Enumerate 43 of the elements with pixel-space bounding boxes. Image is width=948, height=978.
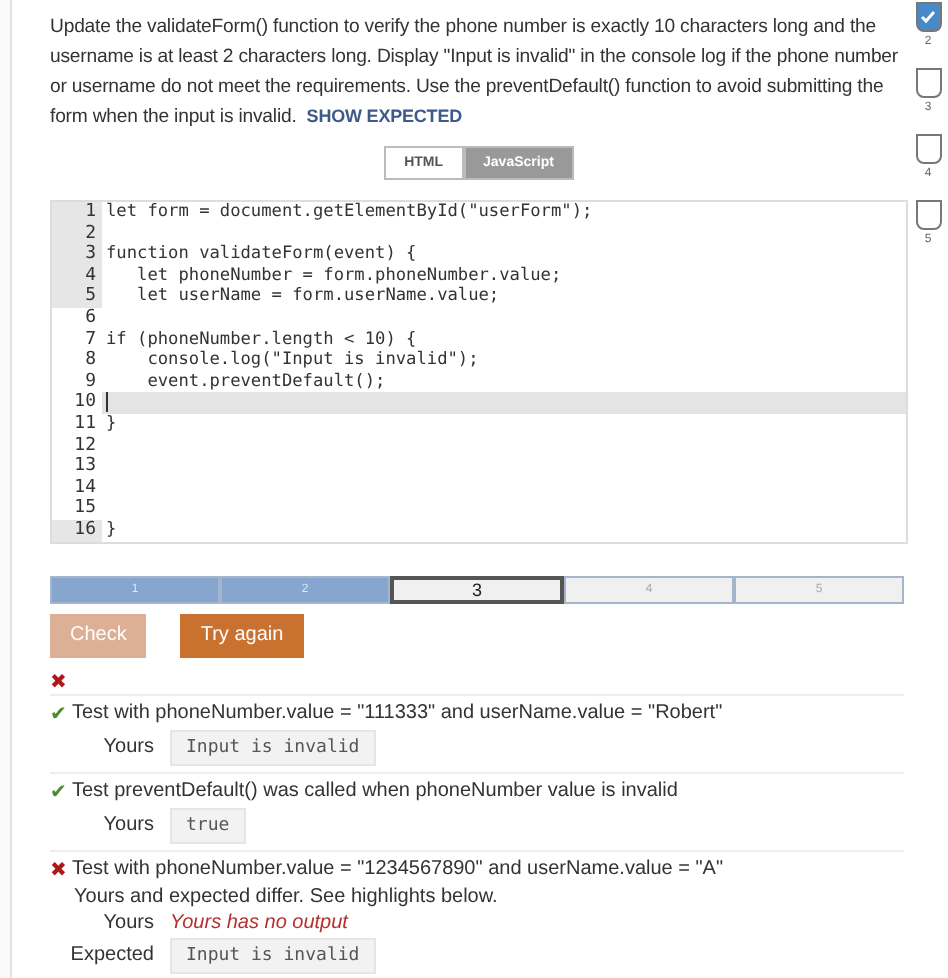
line-number: 4 <box>52 265 102 287</box>
line-number: 1 <box>52 202 102 224</box>
output-label: Expected <box>68 944 154 966</box>
output-value: Input is invalid <box>170 937 376 973</box>
output-label: Yours <box>101 911 154 933</box>
action-button[interactable]: Try again <box>180 613 304 657</box>
check-icon <box>920 10 936 24</box>
cross-icon: ✖ <box>50 857 66 881</box>
line-number: 5 <box>52 286 102 308</box>
test-title: Test preventDefault() was called when phoneNumber value is invalid <box>72 780 678 802</box>
output-label: Yours <box>101 736 154 758</box>
code-line: if (phoneNumber.length < 10) { <box>104 329 417 350</box>
progress-checkbox[interactable] <box>915 68 941 98</box>
progress-checkbox[interactable] <box>915 2 941 32</box>
line-number: 16 <box>52 519 102 541</box>
code-line: console.log("Input is invalid"); <box>145 350 479 372</box>
progress-step[interactable]: 3 <box>390 575 564 603</box>
code-line: function validateForm(event) { <box>104 244 417 266</box>
code-line: } <box>104 519 117 541</box>
show-expected-link[interactable]: SHOW EXPECTED <box>306 106 463 126</box>
test-title: Test with phoneNumber.value = "1234567890" and userName.value = "A" <box>72 858 724 880</box>
code-line: } <box>104 413 117 436</box>
line-number: 3 <box>52 244 102 266</box>
no-output-text: Yours has no output <box>170 911 348 933</box>
test-title: Test with phoneNumber.value = "111333" and userName.value = "Robert" <box>72 702 723 724</box>
code-line: event.preventDefault(); <box>145 371 386 393</box>
line-number: 2 <box>52 223 102 245</box>
code-editor[interactable] <box>50 200 908 543</box>
progress-checkbox[interactable] <box>915 134 941 164</box>
text-cursor <box>106 392 108 413</box>
check-icon: ✔ <box>50 701 66 725</box>
code-line: let userName = form.userName.value; <box>135 286 500 308</box>
instructions-text: Update the validateForm() function to verify the phone number is exactly 10 characters long and the username is at least 2 characters long. Display "Input is invalid" in the console log if the phone number or username do not meet the requirements. Use the preventDefault() function to avoid submitting the form when the input is invalid. SHOW EXPECTED <box>50 14 901 132</box>
fail-icon: ✖ <box>50 669 66 693</box>
check-icon: ✔ <box>50 779 66 803</box>
code-line: let phoneNumber = form.phoneNumber.value; <box>135 265 562 286</box>
output-value: true <box>170 807 246 843</box>
output-label: Yours <box>101 814 154 836</box>
line-number: 10 <box>52 392 102 414</box>
code-line: let form = document.getElementById("userForm"); <box>104 202 593 224</box>
test-note: Yours and expected differ. See highlights below. <box>72 885 500 907</box>
progress-checkbox[interactable] <box>915 200 941 230</box>
output-value: Input is invalid <box>170 729 376 765</box>
